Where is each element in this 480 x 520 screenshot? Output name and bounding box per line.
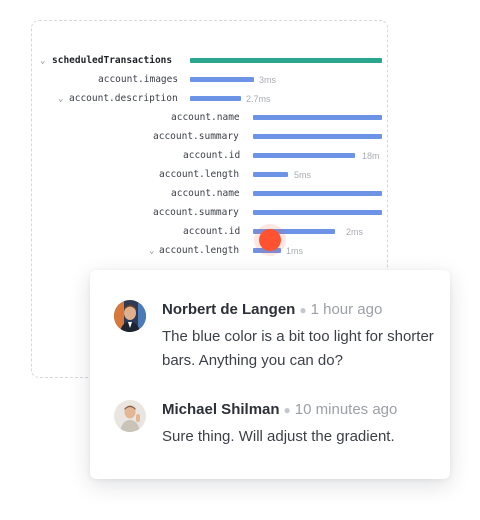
avatar[interactable] bbox=[114, 300, 146, 332]
trace-bar bbox=[253, 134, 382, 139]
chevron-down-icon[interactable]: ⌄ bbox=[149, 244, 154, 258]
comment-text: The blue color is a bit too light for sh… bbox=[162, 328, 434, 369]
chevron-down-icon[interactable]: ⌄ bbox=[58, 92, 63, 106]
comment-text: Sure thing. Will adjust the gradient. bbox=[162, 428, 395, 445]
trace-duration: 2ms bbox=[346, 227, 364, 237]
comment-pin-cursor[interactable] bbox=[259, 229, 281, 251]
trace-row[interactable]: account.summary bbox=[32, 206, 389, 220]
trace-row[interactable]: ⌄ scheduledTransactions bbox=[32, 54, 389, 68]
trace-row[interactable]: account.id 18m bbox=[32, 149, 389, 163]
trace-row-label: account.name bbox=[171, 112, 240, 123]
comment-body: Michael Shilman ● 10 minutes ago Sure thin… bbox=[162, 400, 434, 449]
trace-bar bbox=[190, 58, 382, 63]
separator-dot: ● bbox=[299, 303, 307, 317]
trace-duration: 5ms bbox=[294, 170, 312, 180]
trace-row-label: account.length bbox=[159, 245, 240, 256]
avatar[interactable] bbox=[114, 400, 146, 432]
chevron-down-icon[interactable]: ⌄ bbox=[40, 54, 45, 68]
trace-bar bbox=[253, 172, 288, 177]
trace-row[interactable]: ⌄ account.length 1ms bbox=[32, 244, 389, 258]
trace-row-label: account.summary bbox=[153, 207, 239, 218]
trace-row[interactable]: account.id 2ms bbox=[32, 225, 389, 239]
comment-body: Norbert de Langen ● 1 hour ago The blue co… bbox=[162, 300, 434, 373]
trace-bar bbox=[190, 77, 254, 82]
trace-row[interactable]: ⌄ account.description 2.7ms bbox=[32, 92, 389, 106]
trace-bar bbox=[253, 191, 382, 196]
trace-duration: 3ms bbox=[259, 75, 277, 85]
trace-duration: 2.7ms bbox=[246, 94, 271, 104]
trace-row-label: account.images bbox=[98, 74, 179, 85]
trace-row[interactable]: account.summary bbox=[32, 130, 389, 144]
trace-row-label: account.id bbox=[183, 150, 241, 161]
comment-card: Norbert de Langen ● 1 hour ago The blue co… bbox=[90, 270, 450, 479]
comment-meta: Michael Shilman ● 10 minutes ago bbox=[162, 400, 434, 420]
trace-row-label: account.summary bbox=[153, 131, 239, 142]
trace-row[interactable]: account.length 5ms bbox=[32, 168, 389, 182]
trace-row-label: account.id bbox=[183, 226, 241, 237]
comment-time: 1 hour ago bbox=[310, 301, 383, 318]
comment: Michael Shilman ● 10 minutes ago Sure thin… bbox=[114, 400, 434, 450]
trace-bar bbox=[253, 210, 382, 215]
trace-row[interactable]: account.name bbox=[32, 187, 389, 201]
trace-row-label: account.length bbox=[159, 169, 240, 180]
trace-bar bbox=[253, 115, 382, 120]
trace-row[interactable]: account.name bbox=[32, 111, 389, 125]
separator-dot: ● bbox=[283, 403, 291, 417]
comment-time: 10 minutes ago bbox=[294, 401, 398, 418]
trace-bar bbox=[253, 153, 355, 158]
trace-duration: 1ms bbox=[286, 246, 304, 256]
trace-row-label: scheduledTransactions bbox=[52, 55, 173, 66]
trace-row-label: account.name bbox=[171, 188, 240, 199]
trace-duration: 18m bbox=[362, 151, 380, 161]
trace-row-label: account.description bbox=[69, 93, 178, 104]
trace-bar bbox=[190, 96, 241, 101]
comment: Norbert de Langen ● 1 hour ago The blue co… bbox=[114, 300, 434, 370]
comment-meta: Norbert de Langen ● 1 hour ago bbox=[162, 300, 434, 320]
comment-author[interactable]: Norbert de Langen bbox=[162, 301, 295, 318]
comment-author[interactable]: Michael Shilman bbox=[162, 401, 280, 418]
trace-row[interactable]: account.images 3ms bbox=[32, 73, 389, 87]
